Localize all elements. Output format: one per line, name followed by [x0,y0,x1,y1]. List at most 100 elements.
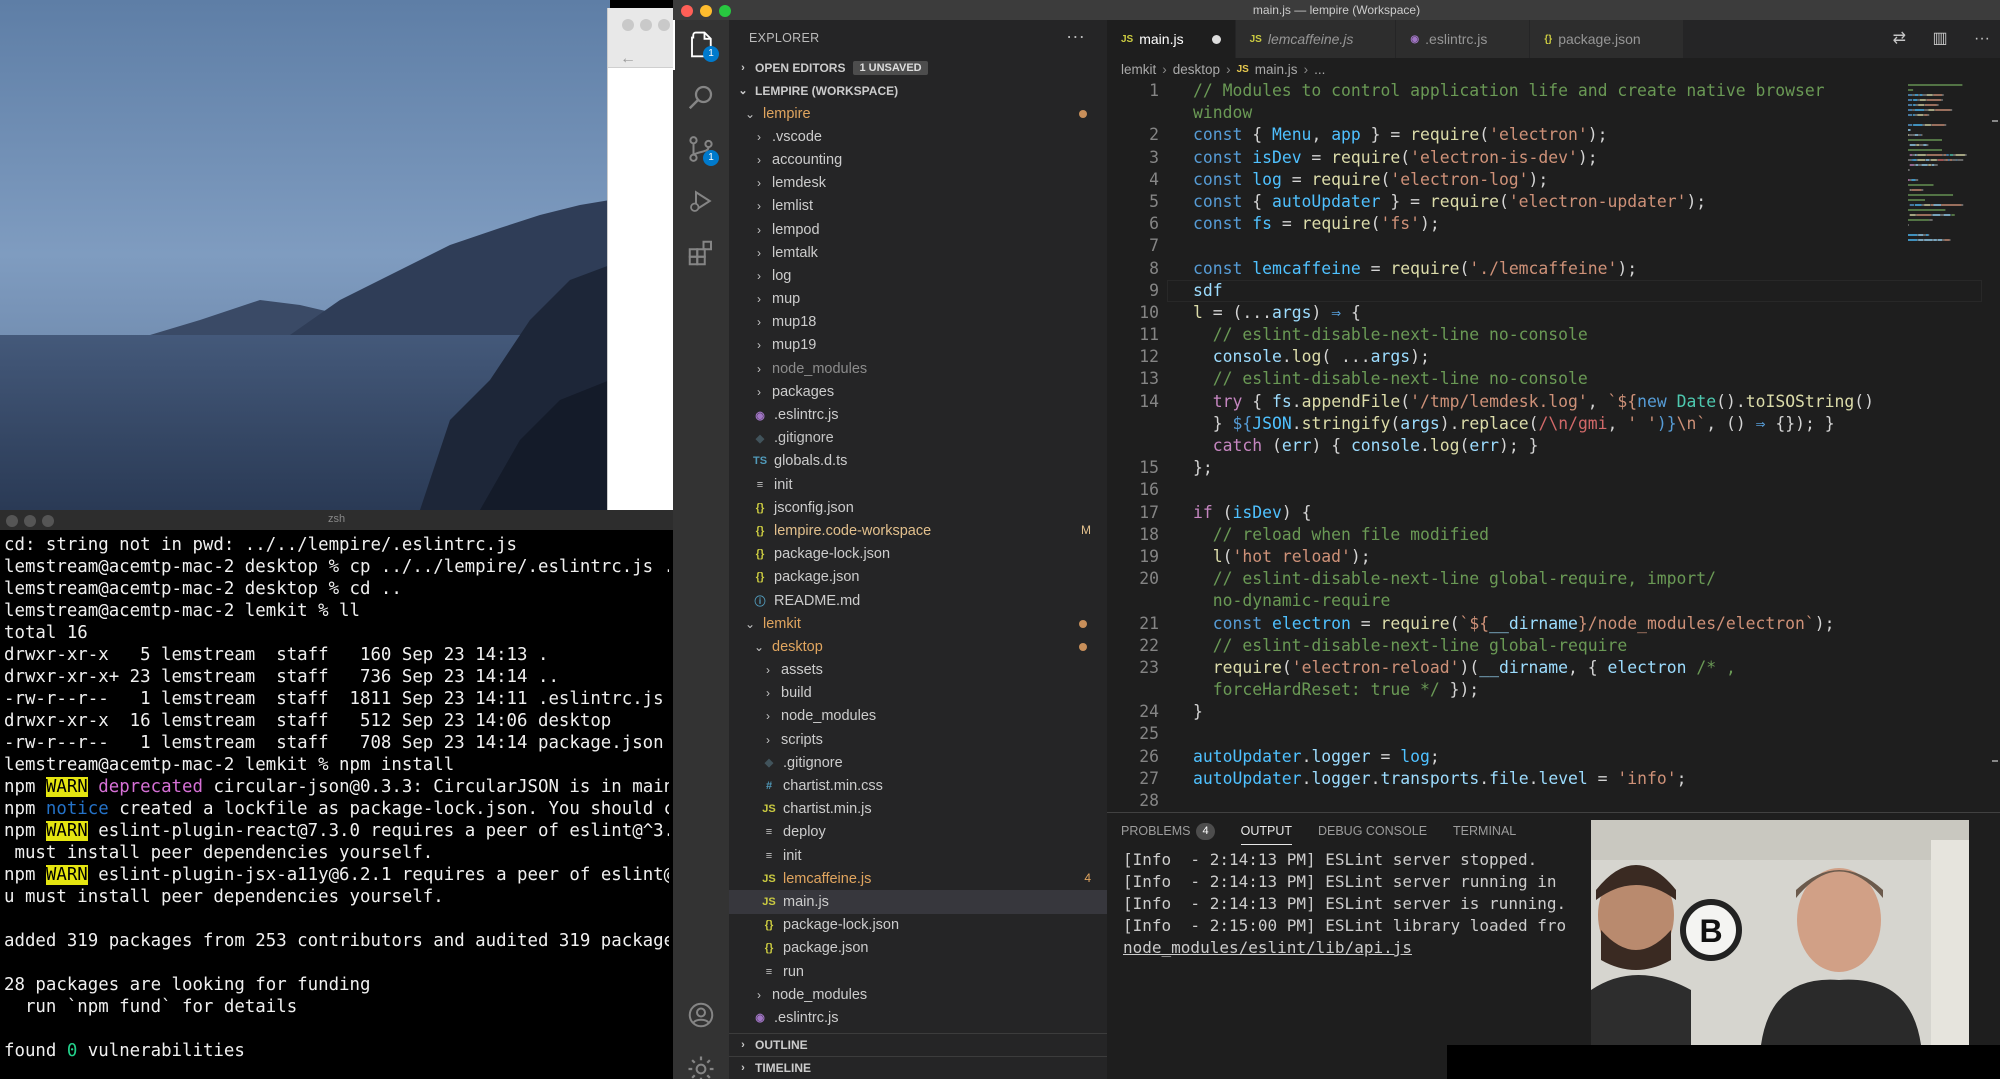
code-line[interactable]: 19 l('hot reload'); [1107,546,2000,568]
code-line[interactable]: 13 // eslint-disable-next-line no-consol… [1107,368,2000,390]
breadcrumb-item[interactable]: lemkit [1121,62,1156,77]
run-debug-activity[interactable] [673,176,729,226]
tree-folder[interactable]: › lemlist [729,195,1107,218]
tree-folder[interactable]: › mup18 [729,311,1107,334]
compare-changes-icon[interactable]: ⇄ [1893,30,1906,47]
open-editors-section[interactable]: › OPEN EDITORS 1 UNSAVED [729,56,1107,79]
tree-file[interactable]: {} lempire.code-workspace M [729,519,1107,542]
tree-file[interactable]: ◆ .gitignore [729,427,1107,450]
code-line[interactable]: 12 console.log( ...args); [1107,346,2000,368]
split-editor-icon[interactable]: ▥ [1932,30,1947,47]
code-line[interactable]: 4 const log = require('electron-log'); [1107,169,2000,191]
tree-file[interactable]: # chartist.min.css [729,774,1107,797]
browser-window[interactable]: ← [607,8,677,510]
file-link[interactable]: node_modules/eslint/lib/api.js [1123,938,1412,957]
tree-folder[interactable]: › .vscode [729,125,1107,148]
tree-folder[interactable]: › mup19 [729,334,1107,357]
browser-window-controls[interactable] [622,18,676,36]
tree-file[interactable]: JS chartist.min.js [729,798,1107,821]
code-line[interactable]: 1 // Modules to control application life … [1107,80,2000,102]
editor-tab[interactable]: ◉ .eslintrc.js [1396,20,1531,58]
tree-folder[interactable]: › node_modules [729,357,1107,380]
tree-file[interactable]: ≡ run [729,960,1107,983]
tree-file[interactable]: ≡ init [729,844,1107,867]
tree-file[interactable]: ⓘ README.md [729,589,1107,612]
tree-folder[interactable]: ⌄ lemkit [729,612,1107,635]
unsaved-dot-icon[interactable] [1211,34,1221,44]
more-actions-icon[interactable]: ··· [1974,30,1990,47]
code-line[interactable]: } ${JSON.stringify(args).replace(/\n/gmi… [1107,413,2000,435]
panel-tab[interactable]: PROBLEMS 4 [1121,813,1215,849]
tree-file[interactable]: ≡ deploy [729,821,1107,844]
code-line[interactable]: 15}; [1107,457,2000,479]
editor-tab[interactable]: JS lemcaffeine.js [1235,20,1397,58]
code-line[interactable]: 3 const isDev = require('electron-is-dev'… [1107,147,2000,169]
code-line[interactable]: 5 const { autoUpdater } = require('electr… [1107,191,2000,213]
breadcrumb-item[interactable]: desktop [1173,62,1220,77]
editor-tab[interactable]: {} package.json [1530,20,1684,58]
editor-scrollbar[interactable] [1990,80,2000,812]
code-line[interactable]: no-dynamic-require [1107,590,2000,612]
breadcrumb-file[interactable]: main.js [1255,62,1298,77]
tree-folder[interactable]: › log [729,264,1107,287]
panel-tab[interactable]: TERMINAL [1453,813,1516,849]
tree-folder[interactable]: › packages [729,380,1107,403]
code-line[interactable]: catch (err) { console.log(err); } [1107,435,2000,457]
tree-file[interactable]: {} jsconfig.json [729,496,1107,519]
tree-folder[interactable]: › assets [729,659,1107,682]
tree-file[interactable]: {} package-lock.json [729,914,1107,937]
code-line[interactable]: 2 const { Menu, app } = require('electron… [1107,124,2000,146]
code-line[interactable]: 18 // reload when file modified [1107,524,2000,546]
tree-folder[interactable]: › node_modules [729,983,1107,1006]
source-control-activity[interactable]: 1 [673,124,729,174]
tree-folder[interactable]: › accounting [729,148,1107,171]
tree-folder[interactable]: › lempod [729,218,1107,241]
code-line[interactable]: 21 const electron = require(`${__dirname… [1107,613,2000,635]
tree-file[interactable]: {} package.json [729,937,1107,960]
code-line[interactable]: 16 [1107,479,2000,501]
code-line[interactable]: 22 // eslint-disable-next-line global-re… [1107,635,2000,657]
editor-tab[interactable]: JS main.js [1107,20,1236,58]
tree-file[interactable]: JS lemcaffeine.js 4 [729,867,1107,890]
search-activity[interactable] [673,72,729,122]
code-line[interactable]: 10 l = (...args) ⇒ { [1107,302,2000,324]
terminal-window[interactable]: zsh cd: string not in pwd: ../../lempire… [0,510,673,1079]
code-line[interactable]: window [1107,102,2000,124]
code-line[interactable]: 28 [1107,790,2000,812]
tree-file[interactable]: JS main.js [729,890,1107,914]
code-line[interactable]: 11 // eslint-disable-next-line no-consol… [1107,324,2000,346]
minimap[interactable] [1906,80,1978,250]
extensions-activity[interactable] [673,228,729,278]
tree-folder[interactable]: › mup [729,288,1107,311]
tree-file[interactable]: {} package-lock.json [729,543,1107,566]
code-line[interactable]: 26 autoUpdater.logger = log; [1107,746,2000,768]
code-line[interactable]: 6 const fs = require('fs'); [1107,213,2000,235]
workspace-section[interactable]: ⌄ LEMPIRE (WORKSPACE) [729,79,1107,102]
tree-folder[interactable]: › node_modules [729,705,1107,728]
breadcrumb-tail[interactable]: ... [1314,62,1325,77]
code-line[interactable]: 9 sdf [1107,279,2000,302]
tree-file[interactable]: ◉ .eslintrc.js [729,1006,1107,1029]
code-line[interactable]: 23 require('electron-reload')(__dirname,… [1107,657,2000,679]
tree-file[interactable]: TS globals.d.ts [729,450,1107,473]
tree-folder[interactable]: › lemtalk [729,241,1107,264]
explorer-activity[interactable]: 1 [673,20,729,70]
more-actions-icon[interactable]: ··· [1066,26,1085,47]
tree-folder[interactable]: ⌄ lempire [729,102,1107,125]
tree-folder[interactable]: ⌄ desktop [729,635,1107,658]
outline-section[interactable]: › OUTLINE [729,1033,1107,1056]
accounts-activity[interactable] [673,990,729,1040]
code-line[interactable]: 25 [1107,723,2000,745]
code-line[interactable]: 17 if (isDev) { [1107,502,2000,524]
panel-tab[interactable]: OUTPUT [1240,813,1293,849]
code-editor[interactable]: 1 // Modules to control application life … [1107,80,2000,812]
tree-file[interactable]: {} package.json [729,566,1107,589]
tree-folder[interactable]: › scripts [729,728,1107,751]
code-line[interactable]: 7 [1107,235,2000,257]
timeline-section[interactable]: › TIMELINE [729,1056,1107,1079]
tree-file[interactable]: ≡ init [729,473,1107,496]
code-line[interactable]: 14 try { fs.appendFile('/tmp/lemdesk.log… [1107,391,2000,413]
terminal-output[interactable]: cd: string not in pwd: ../../lempire/.es… [0,530,673,1066]
browser-back-icon[interactable]: ← [620,50,636,68]
code-line[interactable]: forceHardReset: true */ }); [1107,679,2000,701]
